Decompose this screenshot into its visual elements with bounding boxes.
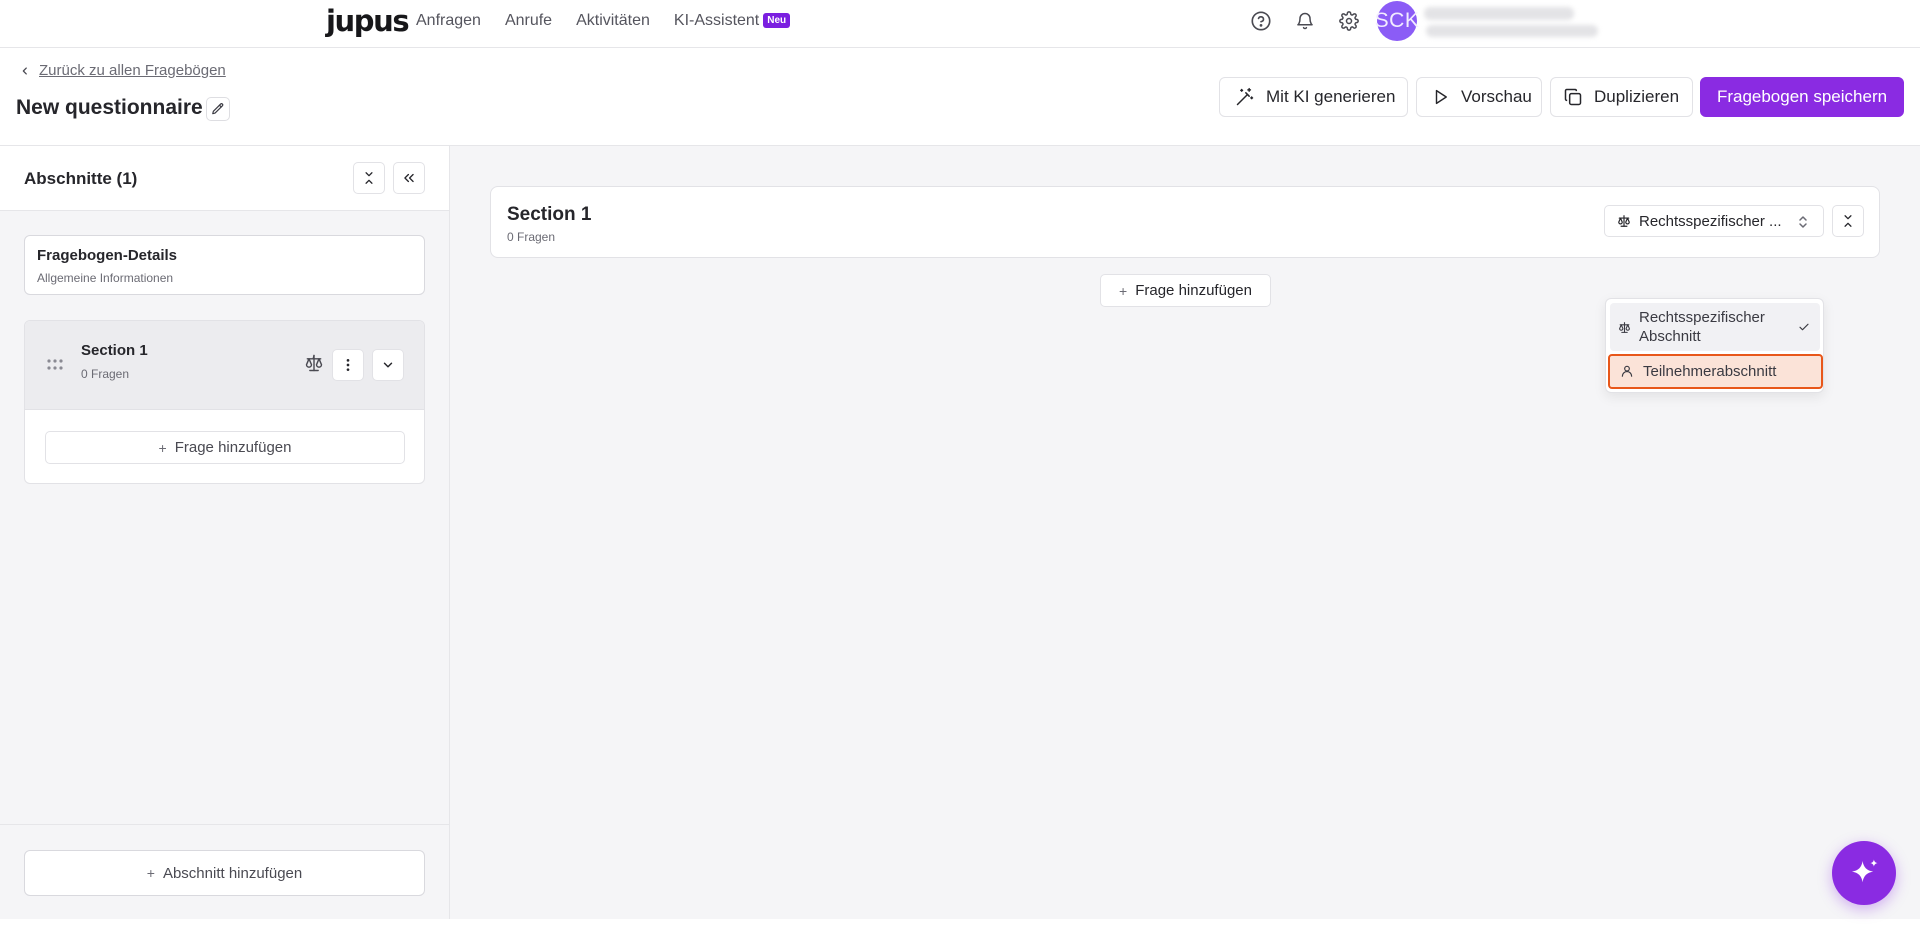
top-navigation: jupus Anfragen Anrufe Aktivitäten KI-Ass…	[0, 0, 1920, 48]
sidebar-add-question-label: Frage hinzufügen	[174, 439, 292, 456]
nav-links: Anfragen Anrufe Aktivitäten KI-Assistent…	[416, 0, 814, 42]
sidebar-add-question-button[interactable]: + Frage hinzufügen	[45, 431, 405, 464]
sidebar-section-card: Section 1 0 Fragen + Frage hinzufügen	[24, 320, 425, 484]
questionnaire-details-card[interactable]: Fragebogen-Details Allgemeine Informatio…	[24, 235, 425, 295]
section-question-count: 0 Fragen	[507, 230, 556, 244]
check-icon	[1799, 323, 1809, 331]
copy-icon	[1564, 88, 1582, 106]
play-icon	[1435, 89, 1447, 105]
user-avatar[interactable]: SCK	[1375, 1, 1419, 41]
section-expand-button[interactable]	[372, 349, 404, 381]
sidebar-footer: + Abschnitt hinzufügen	[0, 824, 449, 919]
sections-sidebar: Abschnitte (1) Fragebogen-Details Allgem…	[0, 146, 450, 919]
add-question-label: Frage hinzufügen	[1135, 282, 1252, 299]
preview-button[interactable]: Vorschau	[1416, 77, 1542, 117]
nav-link-ki-assistent[interactable]: KI-Assistent Neu	[673, 12, 791, 30]
bell-icon[interactable]	[1293, 9, 1317, 33]
user-info-redacted[interactable]	[1424, 7, 1600, 38]
magic-wand-icon	[1236, 87, 1254, 106]
ai-assistant-fab[interactable]	[1832, 841, 1896, 905]
nav-link-anfragen[interactable]: Anfragen	[416, 12, 481, 30]
page-title: New questionnaire	[16, 96, 203, 119]
page-header: Zurück zu allen Fragebögen New questionn…	[0, 48, 1920, 146]
chevrons-up-down-icon	[1799, 216, 1807, 228]
nav-link-aktivitaeten[interactable]: Aktivitäten	[576, 12, 650, 30]
section-card: Section 1 0 Fragen Rechtsspezifischer ..…	[490, 186, 1880, 258]
new-badge: Neu	[763, 13, 791, 28]
add-section-label: Abschnitt hinzufügen	[162, 864, 303, 882]
scale-icon	[1619, 322, 1630, 333]
more-vertical-icon	[346, 359, 350, 371]
option-participant-section-label: Teilnehmerabschnitt	[1643, 363, 1777, 380]
help-circle-icon[interactable]	[1249, 9, 1273, 33]
save-questionnaire-button[interactable]: Fragebogen speichern	[1700, 77, 1904, 117]
generate-with-ai-button[interactable]: Mit KI generieren	[1219, 77, 1408, 117]
duplicate-label: Duplizieren	[1594, 87, 1680, 106]
sparkle-icon	[1851, 859, 1878, 883]
section-title: Section 1	[507, 204, 592, 225]
preview-label: Vorschau	[1461, 87, 1532, 106]
add-question-button[interactable]: + Frage hinzufügen	[1100, 274, 1271, 307]
section-type-dropdown: Rechtsspezifischer Abschnitt Teilnehmera…	[1605, 298, 1824, 393]
section-type-select[interactable]: Rechtsspezifischer ...	[1604, 205, 1824, 237]
jupus-logo[interactable]: jupus	[326, 4, 410, 38]
chevron-down-icon	[383, 362, 393, 368]
sidebar-section-name: Section 1	[81, 342, 148, 359]
plus-icon: +	[1119, 282, 1128, 299]
drag-handle-icon[interactable]	[47, 359, 63, 371]
collapse-vertical-icon	[365, 172, 373, 184]
chevrons-left-icon	[404, 173, 414, 183]
details-card-subtitle: Allgemeine Informationen	[37, 271, 174, 285]
user-icon	[1621, 365, 1633, 377]
nav-link-anrufe[interactable]: Anrufe	[505, 12, 552, 30]
plus-icon: +	[146, 865, 155, 881]
section-more-button[interactable]	[332, 349, 364, 381]
back-link-label: Zurück zu allen Fragebögen	[39, 62, 226, 79]
section-collapse-button[interactable]	[1832, 205, 1864, 237]
edit-title-button[interactable]	[206, 97, 230, 121]
sidebar-section-count: 0 Fragen	[81, 367, 130, 381]
plus-icon: +	[158, 439, 167, 456]
duplicate-button[interactable]: Duplizieren	[1550, 77, 1693, 117]
scale-icon	[305, 354, 323, 372]
nav-link-ki-assistent-label: KI-Assistent	[673, 12, 760, 29]
option-participant-section[interactable]: Teilnehmerabschnitt	[1608, 354, 1823, 389]
option-legal-section[interactable]: Rechtsspezifischer Abschnitt	[1610, 303, 1820, 351]
collapse-sidebar-button[interactable]	[393, 162, 425, 194]
option-legal-section-label: Rechtsspezifischer Abschnitt	[1639, 309, 1765, 345]
add-section-button[interactable]: + Abschnitt hinzufügen	[24, 850, 425, 896]
sidebar-section-header[interactable]: Section 1 0 Fragen	[25, 321, 424, 410]
main-editor: Section 1 0 Fragen Rechtsspezifischer ..…	[450, 146, 1920, 919]
collapse-vertical-icon	[1844, 215, 1852, 227]
gear-icon[interactable]	[1337, 9, 1361, 33]
back-link[interactable]: Zurück zu allen Fragebögen	[20, 62, 226, 79]
section-type-value: Rechtsspezifischer ...	[1639, 212, 1782, 230]
pencil-icon	[212, 103, 224, 115]
save-questionnaire-label: Fragebogen speichern	[1716, 87, 1888, 106]
sidebar-title: Abschnitte (1)	[24, 169, 138, 188]
details-card-title: Fragebogen-Details	[37, 247, 178, 264]
generate-with-ai-label: Mit KI generieren	[1266, 87, 1396, 106]
chevron-left-icon	[22, 66, 27, 75]
collapse-all-button[interactable]	[353, 162, 385, 194]
scale-icon	[1618, 215, 1630, 227]
sidebar-header: Abschnitte (1)	[0, 146, 449, 211]
